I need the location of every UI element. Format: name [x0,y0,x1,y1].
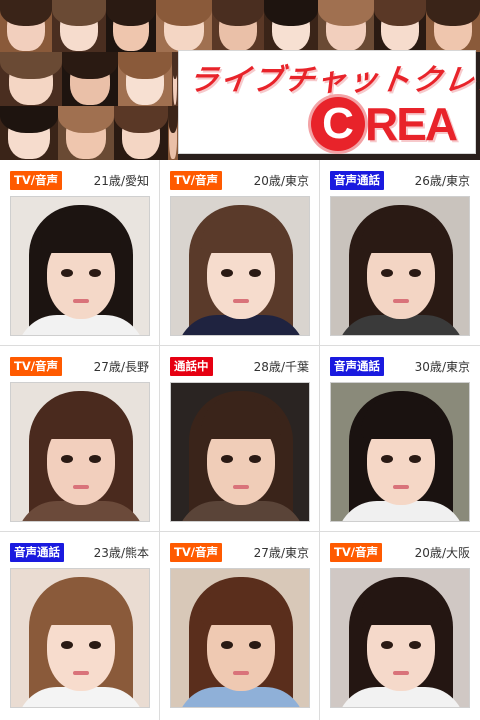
performer-grid: TV/音声 21歳/愛知 TV/音声 20歳/東京 音声通話 26歳/東京 TV… [0,160,480,720]
mosaic-hair [264,0,318,26]
eye-shape [61,269,73,277]
performer-card[interactable]: TV/音声 21歳/愛知 [0,160,159,345]
mosaic-tile [168,106,178,160]
eye-shape [89,641,101,649]
performer-photo[interactable] [10,196,150,336]
logo-title-jp: ライブチャットクレア [185,63,480,98]
performer-card[interactable]: 音声通話 30歳/東京 [320,346,480,531]
age-region: 26歳/東京 [414,174,470,188]
mouth-shape [233,671,249,675]
age-region: 20歳/東京 [253,174,309,188]
eye-shape [61,455,73,463]
eye-shape [381,269,393,277]
mosaic-tile [0,106,58,160]
mosaic-tile [106,0,156,52]
eye-shape [221,641,233,649]
age-region: 23歳/熊本 [93,546,149,560]
mouth-shape [233,299,249,303]
mosaic-hair [118,52,172,79]
performer-card[interactable]: 音声通話 26歳/東京 [320,160,480,345]
performer-card[interactable]: TV/音声 20歳/東京 [160,160,319,345]
mosaic-tile [156,0,212,52]
mosaic-hair [114,106,168,133]
mosaic-tile [0,0,52,52]
performer-photo[interactable] [330,568,470,708]
mosaic-hair [426,0,480,26]
mouth-shape [393,299,409,303]
performer-photo[interactable] [330,196,470,336]
status-badge: TV/音声 [330,543,382,562]
logo-c-mark: C [311,97,365,151]
age-region: 27歳/長野 [93,360,149,374]
header-banner[interactable]: ライブチャットクレア C REA [0,0,480,160]
status-badge: 音声通話 [330,171,384,190]
status-badge: TV/音声 [10,357,62,376]
performer-card[interactable]: 通話中 28歳/千葉 [160,346,319,531]
status-badge: 音声通話 [10,543,64,562]
eye-shape [381,641,393,649]
performer-photo[interactable] [170,382,310,522]
performer-photo[interactable] [10,568,150,708]
mosaic-tile [212,0,264,52]
mosaic-tile [114,106,168,160]
site-logo[interactable]: ライブチャットクレア C REA [178,50,480,154]
status-badge: TV/音声 [170,543,222,562]
status-badge: TV/音声 [170,171,222,190]
mosaic-tile [374,0,426,52]
eye-shape [89,269,101,277]
mosaic-tile [0,52,62,106]
mouth-shape [73,485,89,489]
mosaic-tile [62,52,118,106]
mosaic-tile [264,0,318,52]
eye-shape [381,455,393,463]
mosaic-tile [58,106,114,160]
mosaic-tile [318,0,374,52]
mosaic-hair [52,0,106,26]
age-region: 27歳/東京 [253,546,309,560]
performer-photo[interactable] [170,196,310,336]
performer-card[interactable]: 音声通話 23歳/熊本 [0,532,159,720]
mouth-shape [73,671,89,675]
age-region: 21歳/愛知 [93,174,149,188]
logo-wordmark: REA [365,98,458,150]
mouth-shape [393,485,409,489]
performer-card[interactable]: TV/音声 27歳/東京 [160,532,319,720]
mouth-shape [233,485,249,489]
mouth-shape [393,671,409,675]
age-region: 28歳/千葉 [253,360,309,374]
status-badge: 音声通話 [330,357,384,376]
eye-shape [221,455,233,463]
eye-shape [249,641,261,649]
eye-shape [409,269,421,277]
performer-card[interactable]: TV/音声 27歳/長野 [0,346,159,531]
status-badge: 通話中 [170,357,213,376]
eye-shape [249,455,261,463]
eye-shape [249,269,261,277]
mouth-shape [73,299,89,303]
age-region: 30歳/東京 [414,360,470,374]
performer-photo[interactable] [170,568,310,708]
eye-shape [409,455,421,463]
mosaic-tile [118,52,172,106]
mosaic-tile [52,0,106,52]
performer-photo[interactable] [10,382,150,522]
eye-shape [409,641,421,649]
mosaic-tile [426,0,480,52]
eye-shape [89,455,101,463]
performer-photo[interactable] [330,382,470,522]
eye-shape [221,269,233,277]
age-region: 20歳/大阪 [414,546,470,560]
status-badge: TV/音声 [10,171,62,190]
eye-shape [61,641,73,649]
performer-card[interactable]: TV/音声 20歳/大阪 [320,532,480,720]
